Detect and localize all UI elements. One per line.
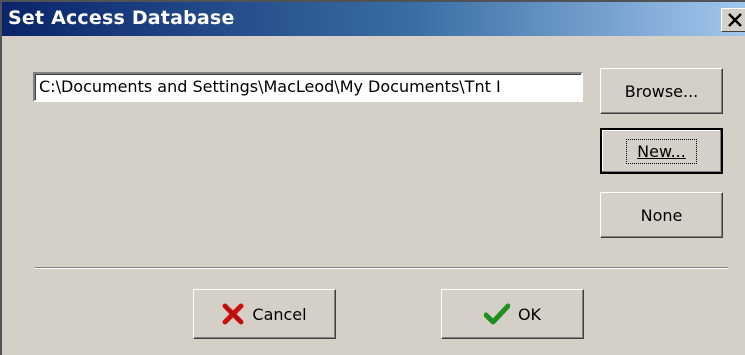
new-button[interactable]: New... (600, 128, 723, 174)
none-button[interactable]: None (600, 192, 723, 238)
close-icon (728, 13, 742, 27)
close-button[interactable] (721, 8, 745, 32)
cancel-button[interactable]: Cancel (193, 289, 336, 339)
new-button-label: New... (626, 138, 697, 164)
title-bar[interactable]: Set Access Database (2, 2, 745, 36)
red-x-icon (222, 303, 244, 325)
database-path-input[interactable]: C:\Documents and Settings\MacLeod\My Doc… (33, 72, 583, 102)
ok-button[interactable]: OK (441, 289, 584, 339)
cancel-button-label: Cancel (252, 304, 307, 324)
none-button-label: None (640, 205, 683, 225)
window-title: Set Access Database (8, 7, 235, 29)
green-check-icon (483, 303, 510, 325)
browse-button[interactable]: Browse... (600, 68, 723, 114)
browse-button-label: Browse... (624, 81, 699, 101)
separator-line (35, 267, 728, 269)
set-access-database-dialog: Set Access Database C:\Documents and Set… (0, 0, 745, 355)
ok-button-label: OK (517, 304, 542, 324)
